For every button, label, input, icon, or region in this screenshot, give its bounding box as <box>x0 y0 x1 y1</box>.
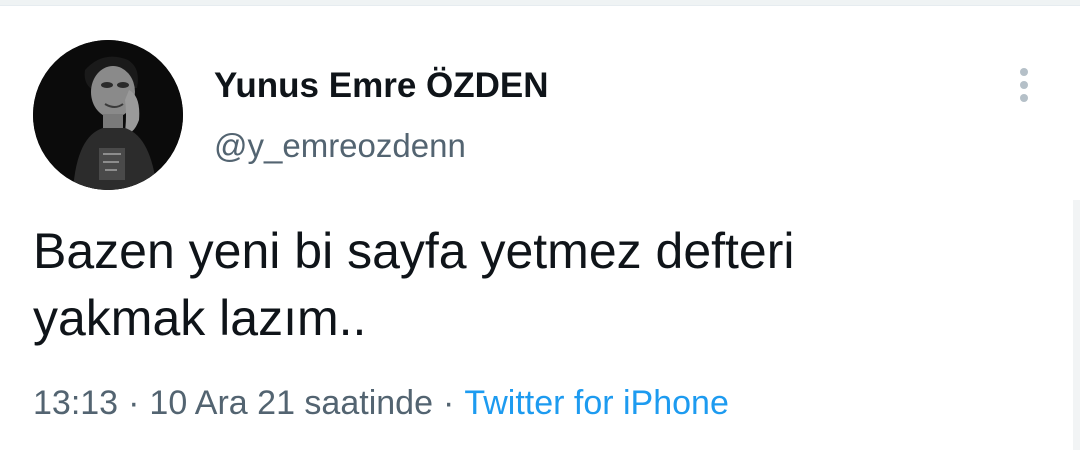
scroll-edge <box>1073 200 1080 450</box>
meta-separator: · <box>442 384 455 422</box>
tweet-source-link[interactable]: Twitter for iPhone <box>464 384 729 422</box>
author-handle[interactable]: @y_emreozdenn <box>214 125 466 167</box>
more-vertical-icon <box>1020 68 1028 102</box>
meta-separator: · <box>128 384 140 422</box>
more-options-button[interactable] <box>1006 62 1042 108</box>
avatar-image <box>33 40 183 190</box>
author-display-name[interactable]: Yunus Emre ÖZDEN <box>214 64 549 108</box>
tweet-time[interactable]: 13:13 <box>33 384 118 422</box>
avatar[interactable] <box>33 40 183 190</box>
tweet-text-line: yakmak lazım.. <box>33 290 367 346</box>
tweet-text-line: Bazen yeni bi sayfa yetmez defteri <box>33 223 795 279</box>
tweet-meta: 13:13 · 10 Ara 21 saatinde · Twitter for iPh… <box>33 380 729 426</box>
tweet-text: Bazen yeni bi sayfa yetmez defteri yakmak… <box>33 218 1043 352</box>
top-divider <box>0 0 1080 6</box>
tweet-date[interactable]: 10 Ara 21 saatinde <box>149 384 433 422</box>
